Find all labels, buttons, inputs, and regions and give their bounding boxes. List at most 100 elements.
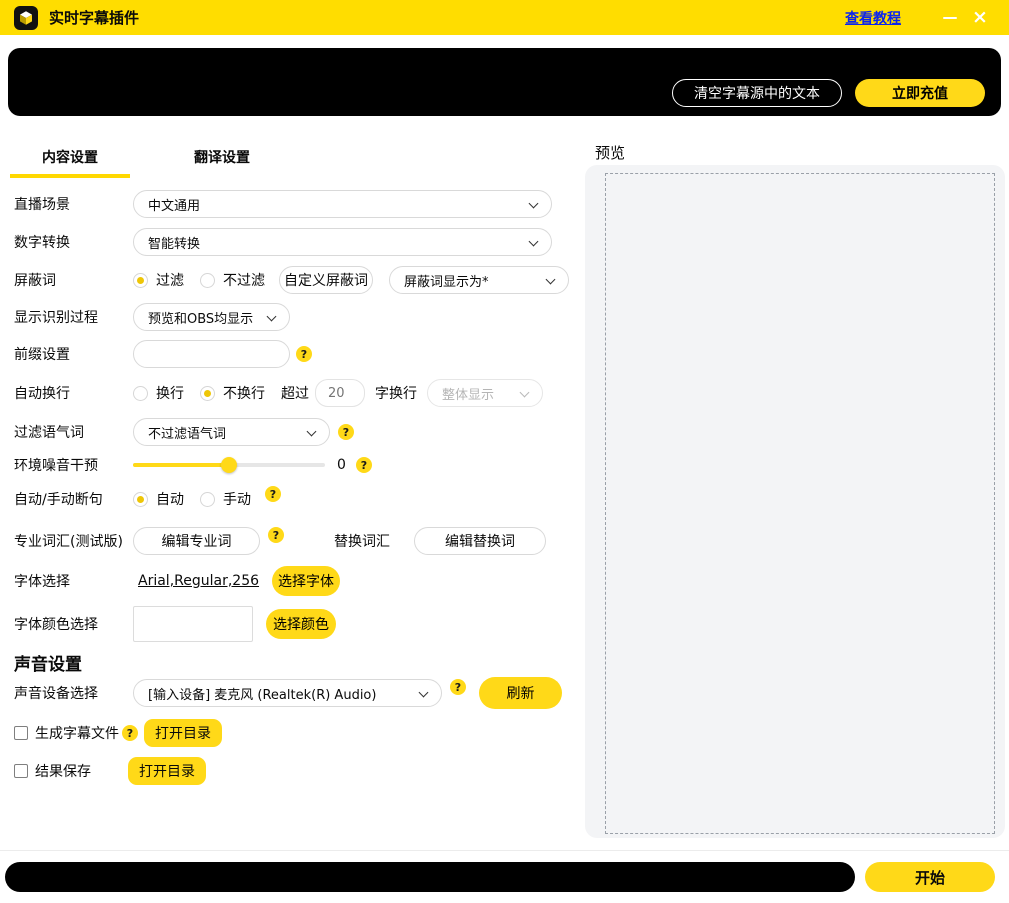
chevron-down-icon <box>267 313 275 321</box>
filter-modal-words-row: 过滤语气词 不过滤语气词 ? <box>14 414 354 450</box>
chevron-down-icon <box>307 428 315 436</box>
close-icon: × <box>972 8 988 27</box>
replace-words-label: 替换词汇 <box>334 531 390 551</box>
blocked-words-display-select[interactable]: 屏蔽词显示为* <box>389 266 569 294</box>
radio-auto-label: 自动 <box>156 489 184 509</box>
number-convert-select[interactable]: 智能转换 <box>133 228 552 256</box>
choose-color-button[interactable]: 选择颜色 <box>266 609 336 639</box>
segmentation-row: 自动/手动断句 自动 手动 ? <box>14 481 281 517</box>
blocked-words-display-value: 屏蔽词显示为* <box>404 271 489 290</box>
wrap-suffix-label: 字换行 <box>375 383 417 403</box>
result-save-checkbox[interactable] <box>14 764 28 778</box>
minimize-icon <box>943 17 957 19</box>
slider-thumb[interactable] <box>221 457 237 473</box>
recognition-process-value: 预览和OBS均显示 <box>148 308 253 327</box>
radio-filter[interactable]: 过滤 <box>133 270 184 290</box>
live-scene-label: 直播场景 <box>14 194 133 214</box>
live-scene-row: 直播场景 中文通用 <box>14 186 552 222</box>
help-icon[interactable]: ? <box>450 679 466 695</box>
clear-subtitle-text-button[interactable]: 清空字幕源中的文本 <box>672 79 842 107</box>
filter-modal-words-select[interactable]: 不过滤语气词 <box>133 418 330 446</box>
edit-pro-words-button[interactable]: 编辑专业词 <box>133 527 260 555</box>
radio-selected-icon <box>133 492 148 507</box>
font-color-label: 字体颜色选择 <box>14 614 133 634</box>
filter-modal-words-label: 过滤语气词 <box>14 422 133 442</box>
exceed-label: 超过 <box>281 383 309 403</box>
current-font-link[interactable]: Arial,Regular,256 <box>138 573 259 589</box>
sound-device-label: 声音设备选择 <box>14 683 133 703</box>
refresh-button[interactable]: 刷新 <box>479 677 562 709</box>
open-subtitle-dir-button[interactable]: 打开目录 <box>144 719 222 747</box>
prefix-row: 前缀设置 ? <box>14 336 312 372</box>
preview-panel <box>585 165 1005 838</box>
subtitle-file-checkbox[interactable] <box>14 726 28 740</box>
result-save-label: 结果保存 <box>35 761 128 781</box>
font-color-row: 字体颜色选择 选择颜色 <box>14 604 336 644</box>
wrap-char-count-input[interactable] <box>315 379 365 407</box>
chevron-down-icon <box>529 238 537 246</box>
recognition-process-label: 显示识别过程 <box>14 307 133 327</box>
edit-replace-words-button[interactable]: 编辑替换词 <box>414 527 546 555</box>
prefix-label: 前缀设置 <box>14 344 133 364</box>
choose-font-button[interactable]: 选择字体 <box>272 566 340 596</box>
wrap-mode-value: 整体显示 <box>442 384 494 403</box>
radio-no-filter[interactable]: 不过滤 <box>200 270 265 290</box>
auto-wrap-label: 自动换行 <box>14 383 133 403</box>
preview-area <box>605 173 995 834</box>
sound-device-select[interactable]: [输入设备] 麦克风 (Realtek(R) Audio) <box>133 679 442 707</box>
live-scene-select[interactable]: 中文通用 <box>133 190 552 218</box>
subtitle-file-label: 生成字幕文件 <box>35 723 119 743</box>
segmentation-label: 自动/手动断句 <box>14 489 133 509</box>
radio-manual-segment[interactable]: 手动 <box>200 489 251 509</box>
preview-title: 预览 <box>595 142 625 163</box>
radio-auto-segment[interactable]: 自动 <box>133 489 184 509</box>
noise-intervention-row: 环境噪音干预 0 ? <box>14 447 372 483</box>
font-select-row: 字体选择 Arial,Regular,256 选择字体 <box>14 563 340 599</box>
radio-unselected-icon <box>133 386 148 401</box>
chevron-down-icon <box>520 389 528 397</box>
prefix-input[interactable] <box>133 340 290 368</box>
help-icon[interactable]: ? <box>296 346 312 362</box>
radio-selected-icon <box>133 273 148 288</box>
recognition-process-select[interactable]: 预览和OBS均显示 <box>133 303 290 331</box>
slider-fill <box>133 463 229 467</box>
font-color-input[interactable] <box>133 606 253 642</box>
auto-wrap-row: 自动换行 换行 不换行 超过 字换行 整体显示 <box>14 375 543 411</box>
recharge-button[interactable]: 立即充值 <box>855 79 985 107</box>
help-icon[interactable]: ? <box>122 725 138 741</box>
sound-device-row: 声音设备选择 [输入设备] 麦克风 (Realtek(R) Audio) ? 刷… <box>14 675 562 711</box>
help-icon[interactable]: ? <box>265 486 281 502</box>
radio-manual-label: 手动 <box>223 489 251 509</box>
app-logo-cube-icon <box>14 6 38 30</box>
minimize-button[interactable] <box>935 6 965 30</box>
noise-slider[interactable] <box>133 457 325 473</box>
number-convert-row: 数字转换 智能转换 <box>14 224 552 260</box>
chevron-down-icon <box>529 200 537 208</box>
tab-translation-settings[interactable]: 翻译设置 <box>162 140 282 178</box>
open-result-dir-button[interactable]: 打开目录 <box>128 757 206 785</box>
professional-words-label: 专业词汇(测试版) <box>14 531 133 551</box>
settings-tabs: 内容设置 翻译设置 <box>10 140 282 178</box>
title-bar: 实时字幕插件 查看教程 × <box>0 0 1009 35</box>
tab-content-settings[interactable]: 内容设置 <box>10 140 130 178</box>
view-tutorial-link[interactable]: 查看教程 <box>845 8 901 28</box>
blocked-words-row: 屏蔽词 过滤 不过滤 自定义屏蔽词 屏蔽词显示为* <box>14 262 569 298</box>
help-icon[interactable]: ? <box>338 424 354 440</box>
start-button[interactable]: 开始 <box>865 862 995 892</box>
radio-no-wrap-label: 不换行 <box>223 383 265 403</box>
close-button[interactable]: × <box>965 6 995 30</box>
footer-divider <box>0 850 1009 851</box>
subtitle-file-row: 生成字幕文件 ? 打开目录 <box>14 715 222 751</box>
help-icon[interactable]: ? <box>356 457 372 473</box>
number-convert-label: 数字转换 <box>14 232 133 252</box>
wrap-mode-select[interactable]: 整体显示 <box>427 379 543 407</box>
custom-blocked-words-button[interactable]: 自定义屏蔽词 <box>279 266 373 294</box>
number-convert-value: 智能转换 <box>148 233 200 252</box>
radio-wrap[interactable]: 换行 <box>133 383 184 403</box>
radio-no-wrap[interactable]: 不换行 <box>200 383 265 403</box>
radio-no-filter-label: 不过滤 <box>223 270 265 290</box>
professional-words-row: 专业词汇(测试版) 编辑专业词 ? 替换词汇 编辑替换词 <box>14 523 546 559</box>
help-icon[interactable]: ? <box>268 527 284 543</box>
radio-unselected-icon <box>200 273 215 288</box>
radio-selected-icon <box>200 386 215 401</box>
